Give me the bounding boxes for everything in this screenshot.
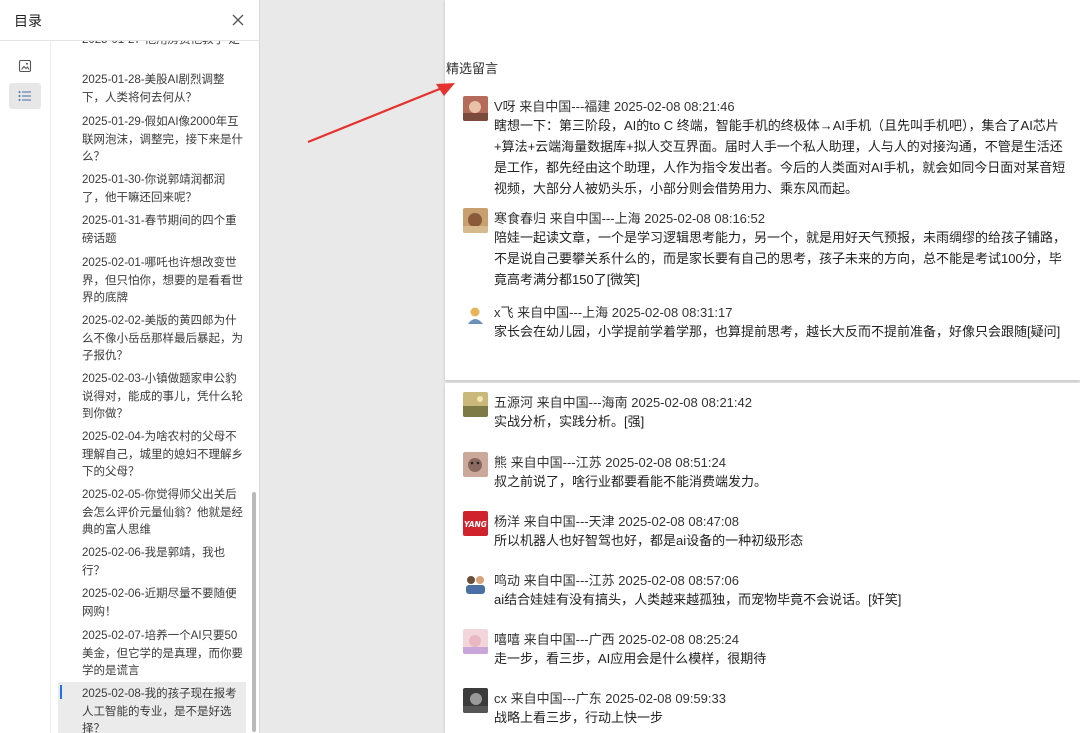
toc-item[interactable]: 2025-02-03-小镇做题家申公豹说得对，能成的事儿，凭什么轮到你做？ [58, 371, 246, 424]
comment-time: 2025-02-08 08:31:17 [611, 305, 733, 320]
avatar [463, 302, 488, 327]
comment-header: V呀 来自中国---福建 2025-02-08 08:21:46 [494, 96, 735, 115]
comment-user: 寒食春归 [494, 211, 547, 226]
comment-text: 家长会在幼儿园，小学提前学着学那，也算提前思考，越长大反而不提前准备，好像只会跟… [494, 324, 1061, 339]
comment-header: 嘻嘻 来自中国---广西 2025-02-08 08:25:24 [494, 629, 739, 648]
comment-time: 2025-02-08 08:51:24 [605, 455, 726, 470]
comment-region: 来自中国---天津 [523, 514, 615, 529]
toc-item-label: 2025-02-04-为啥农村的父母不理解自己，城里的媳妇不理解乡下的父母？ [82, 431, 243, 478]
comment-time: 2025-02-08 08:21:42 [631, 395, 752, 410]
toc-item[interactable]: 2025-01-27-他用房费他教手 走 [58, 41, 246, 50]
image-icon[interactable] [9, 53, 41, 79]
comment-user: cx [494, 691, 507, 706]
comment-header: x飞 来自中国---上海 2025-02-08 08:31:17 [494, 302, 732, 321]
comment-time: 2025-02-08 08:47:08 [618, 514, 739, 529]
toc-item-label: 2025-01-31-春节期间的四个重磅话题 [82, 215, 237, 245]
comment-time: 2025-02-08 08:57:06 [618, 573, 739, 588]
toc-item[interactable]: 2025-02-04-为啥农村的父母不理解自己，城里的媳妇不理解乡下的父母？ [58, 429, 246, 482]
toc-sidebar: 目录 2025-01-27-他用房费他教手 走 2025-01-28-美股AI剧… [0, 0, 260, 733]
toc-item-active[interactable]: 2025-02-08-我的孩子现在报考人工智能的专业，是不是好选择？ [58, 682, 246, 733]
list-icon[interactable] [9, 83, 41, 109]
comment-time: 2025-02-08 09:59:33 [605, 691, 726, 706]
toc-item[interactable]: 2025-02-01-哪吒也许想改变世界，但只怕你，想要的是看看世界的底牌 [58, 255, 246, 308]
comment-user: 嘻嘻 [494, 632, 521, 647]
comment-header: 熊 来自中国---江苏 2025-02-08 08:51:24 [494, 452, 726, 471]
comment-text: 走一步，看三步，AI应用会是什么模样，很期待 [494, 651, 767, 666]
toc-item-label: 2025-02-06-我是郭靖，我也行？ [82, 547, 226, 577]
avatar [463, 688, 488, 713]
toc-item-label: 2025-02-06-近期尽量不要随便网购！ [82, 588, 237, 618]
sidebar-title: 目录 [14, 13, 42, 29]
comment-header: 鸣动 来自中国---江苏 2025-02-08 08:57:06 [494, 570, 739, 589]
comment-time: 2025-02-08 08:16:52 [644, 211, 765, 226]
comment-text: 实战分析，实践分析。[强] [494, 414, 645, 429]
close-icon[interactable] [228, 10, 248, 30]
comment-user: V呀 [494, 99, 516, 114]
comment-text: ai结合娃娃有没有搞头，人类越来越孤独，而宠物毕竟不会说话。[奸笑] [494, 592, 902, 607]
svg-text:YANG: YANG [464, 520, 487, 529]
comment-header: 寒食春归 来自中国---上海 2025-02-08 08:16:52 [494, 208, 765, 227]
comment-user: 五源河 [494, 395, 534, 410]
toc-item[interactable]: 2025-02-06-近期尽量不要随便网购！ [58, 586, 246, 621]
annotation-arrow [307, 83, 455, 144]
avatar [463, 96, 488, 121]
comment-time: 2025-02-08 08:21:46 [613, 99, 735, 114]
toc-item[interactable]: 2025-02-06-我是郭靖，我也行？ [58, 545, 246, 580]
comment-header: cx 来自中国---广东 2025-02-08 09:59:33 [494, 688, 726, 707]
comment-region: 来自中国---广西 [523, 632, 615, 647]
toc-item[interactable]: 2025-02-07-培养一个AI只要50美金，但它学的是真理，而你要学的是谎言 [58, 628, 246, 681]
comment-header: 五源河 来自中国---海南 2025-02-08 08:21:42 [494, 392, 752, 411]
comment-user: 熊 [494, 455, 508, 470]
section-title: 精选留言 [446, 61, 499, 76]
avatar [463, 392, 488, 417]
toc-item-label: 2025-02-05-你觉得师父出关后会怎么评价元量仙翁？他就是经典的富人思维 [82, 489, 243, 536]
toc-item-label: 2025-01-28-美股AI剧烈调整下，人类将何去何从？ [82, 74, 225, 104]
comment-user: 鸣动 [494, 573, 521, 588]
comment-region: 来自中国---福建 [519, 99, 611, 114]
toc-item-label: 2025-01-29-假如AI像2000年互联网泡沫，调整完，接下来是什么？ [82, 116, 243, 163]
comment-region: 来自中国---江苏 [523, 573, 615, 588]
toc-item-label: 2025-02-07-培养一个AI只要50美金，但它学的是真理，而你要学的是谎言 [82, 630, 243, 677]
comment-region: 来自中国---海南 [536, 395, 628, 410]
toc-item[interactable]: 2025-01-31-春节期间的四个重磅话题 [58, 213, 246, 248]
toc-scrollbar[interactable] [252, 492, 256, 732]
comment-time: 2025-02-08 08:25:24 [618, 632, 739, 647]
toc-item-label: 2025-02-02-美版的黄四郎为什么不像小岳岳那样最后暴起，为子报仇？ [82, 315, 243, 362]
toc-item-label: 2025-01-27-他用房费他教手 走 [82, 41, 246, 50]
comment-text: 叔之前说了，啥行业都要看能不能消费端发力。 [494, 474, 768, 489]
comment-region: 来自中国---上海 [549, 211, 641, 226]
rail-divider [50, 41, 51, 733]
comment-header: 杨洋 来自中国---天津 2025-02-08 08:47:08 [494, 511, 739, 530]
comments-panel-bottom [445, 383, 1080, 733]
toc-item-label: 2025-01-30-你说郭靖润都润了，他干嘛还回来呢？ [82, 174, 226, 204]
toc-list: 2025-01-27-他用房费他教手 走 2025-01-28-美股AI剧烈调整… [58, 41, 248, 733]
toc-item[interactable]: 2025-02-02-美版的黄四郎为什么不像小岳岳那样最后暴起，为子报仇？ [58, 313, 246, 366]
comment-text: 所以机器人也好智驾也好，都是ai设备的一种初级形态 [494, 533, 804, 548]
sidebar-header: 目录 [0, 0, 260, 41]
comment-text: 战略上看三步，行动上快一步 [494, 710, 664, 725]
comment-user: x飞 [494, 305, 514, 320]
comment-text: 陪娃一起读文章，一个是学习逻辑思考能力，另一个，就是用好天气预报，未雨绸缪的给孩… [494, 230, 1067, 287]
toc-item[interactable]: 2025-02-05-你觉得师父出关后会怎么评价元量仙翁？他就是经典的富人思维 [58, 487, 246, 540]
active-marker [60, 685, 62, 699]
toc-item-label: 2025-02-01-哪吒也许想改变世界，但只怕你，想要的是看看世界的底牌 [82, 257, 243, 304]
avatar: YANG [463, 511, 488, 536]
avatar [463, 452, 488, 477]
sidebar-rail [0, 41, 50, 733]
comment-region: 来自中国---上海 [517, 305, 609, 320]
comment-user: 杨洋 [494, 514, 521, 529]
toc-item-label: 2025-02-03-小镇做题家申公豹说得对，能成的事儿，凭什么轮到你做？ [82, 373, 243, 420]
comment-text: 瞎想一下：第三阶段，AI的to C 终端，智能手机的终极体→AI手机（且先叫手机… [494, 118, 1066, 196]
toc-item[interactable]: 2025-01-29-假如AI像2000年互联网泡沫，调整完，接下来是什么？ [58, 114, 246, 167]
toc-item[interactable]: 2025-01-28-美股AI剧烈调整下，人类将何去何从？ [58, 72, 246, 107]
toc-item[interactable]: 2025-01-30-你说郭靖润都润了，他干嘛还回来呢？ [58, 172, 246, 207]
comment-region: 来自中国---江苏 [510, 455, 602, 470]
avatar [463, 208, 488, 233]
comment-region: 来自中国---广东 [510, 691, 602, 706]
toc-item-label: 2025-02-08-我的孩子现在报考人工智能的专业，是不是好选择？ [82, 688, 237, 733]
avatar [463, 629, 488, 654]
avatar [463, 570, 488, 595]
